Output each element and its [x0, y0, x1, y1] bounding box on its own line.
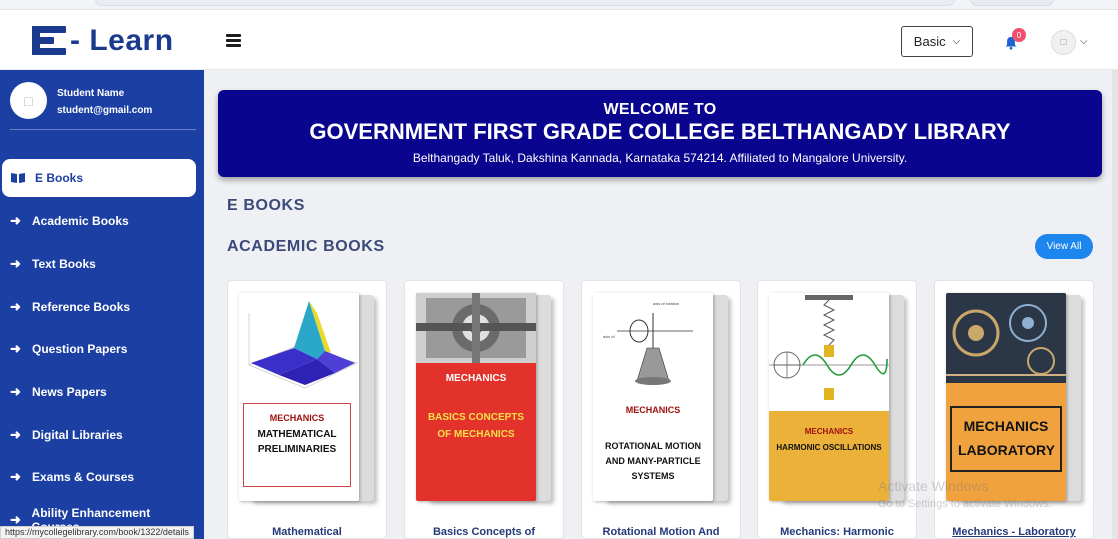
cover-title: MATHEMATICAL PRELIMINARIES — [257, 429, 337, 455]
cover-title: ROTATIONAL MOTION AND MANY-PARTICLE SYST… — [605, 441, 701, 481]
machinery-icon — [946, 293, 1066, 383]
academic-books-heading: ACADEMIC BOOKS — [227, 238, 385, 255]
chevron-down-icon: ⌵ — [952, 36, 961, 47]
cover-title: BASICS CONCEPTS OF MECHANICS — [427, 412, 525, 440]
mode-select[interactable]: Basic ⌵ — [901, 26, 973, 57]
book-card[interactable]: axis of axis of rotation MECHANICS ROTAT… — [581, 280, 741, 539]
page-scrollbar[interactable] — [1112, 70, 1118, 539]
sidebar-item-academic-books[interactable]: ➜ Academic Books — [2, 202, 196, 240]
cover-subject: MECHANICS — [445, 373, 507, 384]
arrow-right-icon: ➜ — [10, 256, 21, 271]
arrow-right-icon: ➜ — [10, 213, 21, 228]
sidebar-item-question-papers[interactable]: ➜ Question Papers — [2, 330, 196, 368]
book-title[interactable]: Basics Concepts of — [405, 526, 563, 538]
book-card[interactable]: MECHANICS BASICS CONCEPTS OF MECHANICS B… — [404, 280, 564, 539]
cover-subject: MECHANICS — [269, 413, 325, 423]
sidebar-item-label: E Books — [35, 171, 84, 185]
arrow-right-icon: ➜ — [10, 427, 21, 442]
sidebar-item-news-papers[interactable]: ➜ News Papers — [2, 373, 196, 411]
notification-badge: 0 — [1012, 28, 1026, 42]
status-url-tooltip: https://mycollegelibrary.com/book/1322/d… — [0, 526, 194, 539]
welcome-heading: WELCOME TO — [603, 101, 717, 118]
top-header: - Learn Basic ⌵ 0 □ ⌵ — [0, 10, 1118, 70]
ebooks-heading: E BOOKS — [227, 197, 305, 214]
address-bar[interactable] — [95, 0, 955, 6]
sidebar-item-digital-libraries[interactable]: ➜ Digital Libraries — [2, 416, 196, 454]
arrow-right-icon: ➜ — [10, 384, 21, 399]
rotating-apparatus-icon: axis of axis of rotation — [603, 301, 693, 385]
library-name: GOVERNMENT FIRST GRADE COLLEGE BELTHANGA… — [309, 119, 1011, 144]
logo-mark-icon — [32, 26, 66, 56]
arrow-right-icon: ➜ — [10, 469, 21, 484]
browser-profile-button[interactable] — [970, 0, 1054, 6]
book-cover-image: axis of axis of rotation MECHANICS ROTAT… — [593, 293, 713, 501]
book-cover-image: MECHANICS LABORATORY — [946, 293, 1066, 501]
sidebar-item-reference-books[interactable]: ➜ Reference Books — [2, 288, 196, 326]
sidebar-item-label: Text Books — [32, 257, 96, 271]
book-title[interactable]: Mechanics - Laboratory — [935, 526, 1093, 538]
logo-text: - Learn — [70, 24, 174, 57]
user-avatar[interactable]: □ — [1051, 30, 1076, 55]
cover-title: MECHANICS LABORATORY — [950, 406, 1062, 472]
library-address: Belthangady Taluk, Dakshina Kannada, Kar… — [412, 151, 908, 165]
app-logo[interactable]: - Learn — [32, 24, 174, 58]
sidebar: □ Student Name student@gmail.com E Books… — [0, 70, 204, 539]
book-title[interactable]: Rotational Motion And — [582, 526, 740, 538]
spring-wave-icon — [769, 295, 889, 400]
arrow-right-icon: ➜ — [10, 341, 21, 356]
activate-windows-watermark: Activate Windows — [878, 478, 989, 494]
profile-name: Student Name — [57, 88, 125, 99]
sidebar-item-label: Reference Books — [32, 300, 131, 314]
sidebar-item-label: Digital Libraries — [32, 428, 123, 442]
sidebar-item-exams-courses[interactable]: ➜ Exams & Courses — [2, 458, 196, 496]
menu-toggle-icon[interactable] — [226, 34, 241, 47]
profile-avatar: □ — [10, 82, 47, 119]
profile-email: student@gmail.com — [57, 105, 153, 116]
sidebar-item-label: News Papers — [32, 385, 107, 399]
activate-windows-hint: Go to Settings to activate Windows. — [878, 498, 1052, 510]
book-cover-image: MECHANICS HARMONIC OSCILLATIONS — [769, 293, 889, 501]
arrow-right-icon: ➜ — [10, 299, 21, 314]
sidebar-item-label: Academic Books — [32, 214, 129, 228]
cover-subject: MECHANICS — [804, 427, 854, 436]
book-title[interactable]: Mathematical — [228, 526, 386, 538]
sidebar-item-e-books[interactable]: E Books — [2, 159, 196, 197]
user-menu-chevron-icon[interactable]: ⌵ — [1080, 36, 1088, 47]
mode-select-label: Basic — [913, 34, 946, 49]
book-card[interactable]: MECHANICS MATHEMATICAL PRELIMINARIES Mat… — [227, 280, 387, 539]
gear-machine-icon — [416, 293, 536, 363]
sidebar-item-label: Question Papers — [32, 342, 128, 356]
profile-block: □ Student Name student@gmail.com — [10, 82, 196, 130]
sidebar-item-label: Exams & Courses — [32, 470, 135, 484]
sidebar-item-text-books[interactable]: ➜ Text Books — [2, 245, 196, 283]
book-cover-image: MECHANICS BASICS CONCEPTS OF MECHANICS — [416, 293, 536, 501]
book-icon — [11, 173, 25, 183]
svg-text:axis of: axis of — [603, 334, 615, 339]
book-title[interactable]: Mechanics: Harmonic — [758, 526, 916, 538]
browser-strip — [0, 0, 1118, 10]
cover-title: HARMONIC OSCILLATIONS — [776, 443, 882, 452]
svg-text:axis of rotation: axis of rotation — [653, 301, 679, 306]
welcome-banner: WELCOME TO GOVERNMENT FIRST GRADE COLLEG… — [218, 90, 1102, 177]
book-cover-image: MECHANICS MATHEMATICAL PRELIMINARIES — [239, 293, 359, 501]
view-all-button[interactable]: View All — [1035, 234, 1093, 259]
cover-subject: MECHANICS — [625, 405, 681, 415]
surface-plot-icon — [248, 301, 358, 389]
